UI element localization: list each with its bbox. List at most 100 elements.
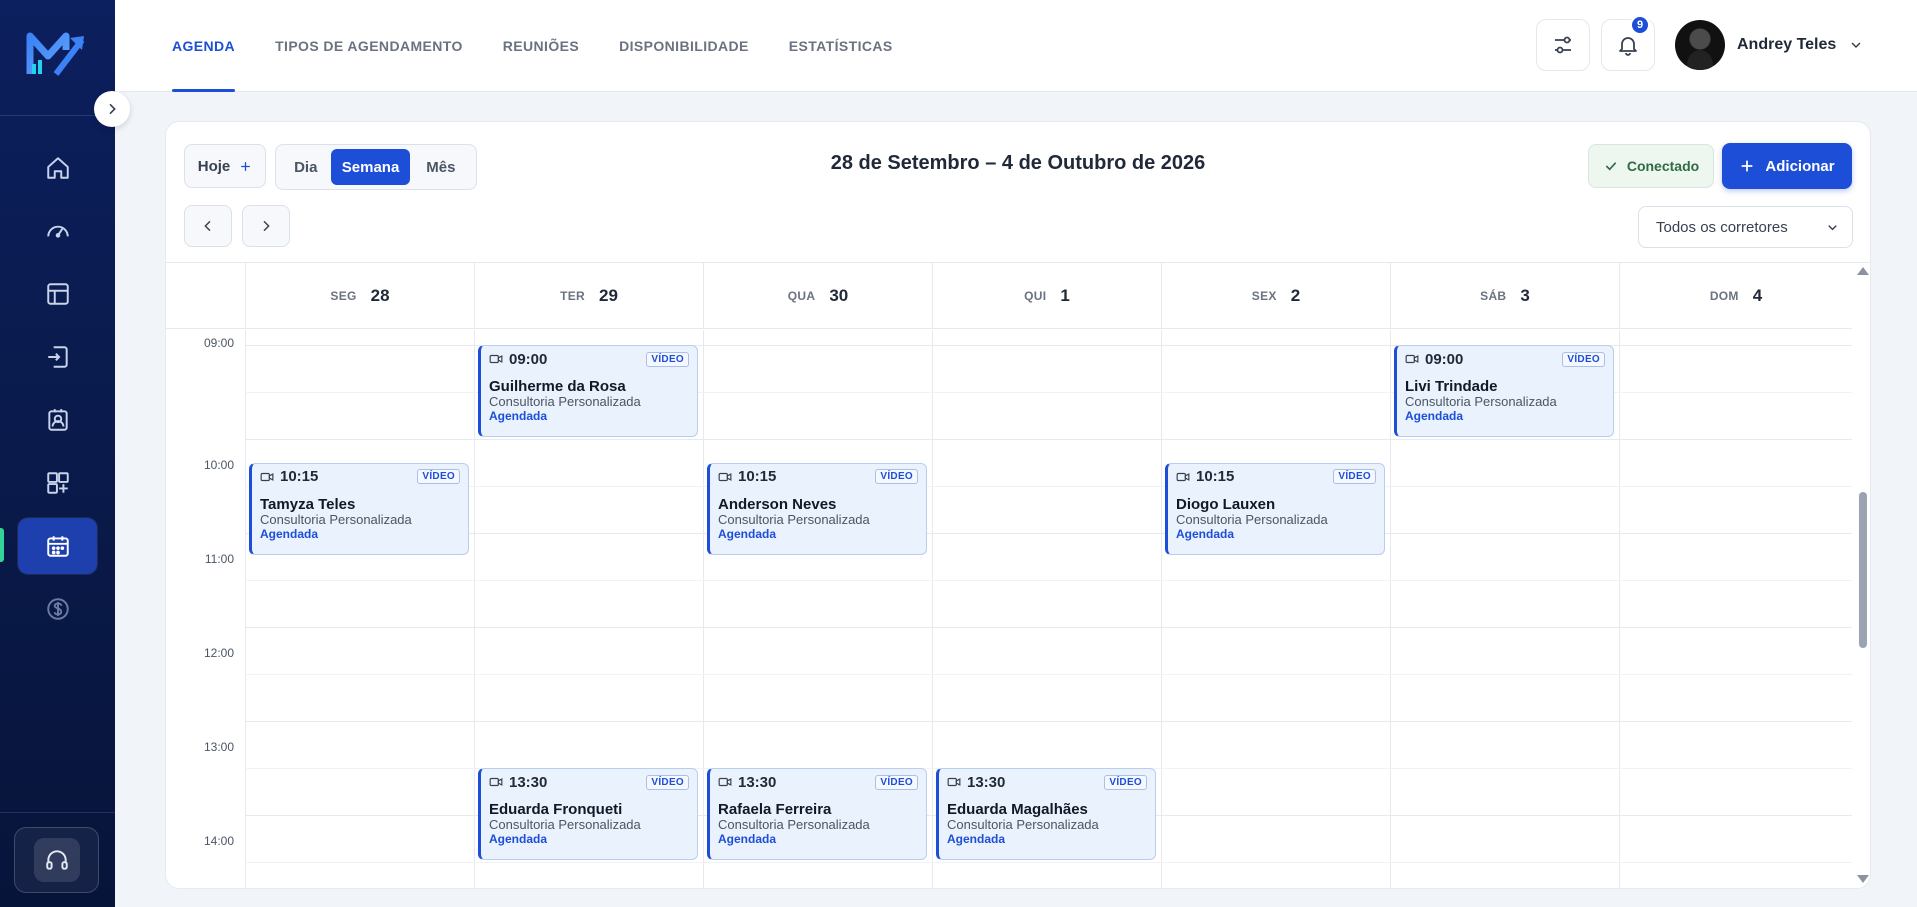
sidebar-item-contacts[interactable]	[18, 392, 97, 448]
broker-filter-value: Todos os corretores	[1656, 218, 1788, 236]
event-card[interactable]: 13:30 VÍDEO Eduarda Fronqueti Consultoria P…	[478, 768, 698, 860]
event-type-tag: VÍDEO	[1104, 774, 1147, 790]
hour-line	[245, 627, 1852, 628]
brand-logo	[26, 32, 85, 76]
half-hour-line	[245, 674, 1852, 675]
day-name: SEG	[330, 289, 357, 303]
sidebar-item-calendar[interactable]	[18, 518, 97, 574]
day-column-line	[474, 330, 475, 888]
day-header-row: SEG 28 TER 29 QUA 30 QUI 1 SEX 2 SÁB 3 DOM 4	[166, 263, 1852, 329]
sidebar-item-widgets[interactable]	[18, 455, 97, 511]
event-card[interactable]: 13:30 VÍDEO Eduarda Magalhães Consultoria P…	[936, 768, 1156, 860]
event-type-tag: VÍDEO	[875, 469, 918, 484]
sidebar-item-dashboard[interactable]	[18, 203, 97, 259]
sidebar-item-finance[interactable]	[18, 581, 97, 637]
gauge-icon	[46, 225, 69, 238]
video-camera-icon	[718, 472, 732, 481]
sidebar-bottom-divider	[0, 812, 115, 813]
today-button[interactable]: Hoje	[184, 144, 266, 188]
event-time: 10:15	[718, 468, 776, 485]
tab-tipos-de-agendamento[interactable]: TIPOS DE AGENDAMENTO	[275, 0, 463, 92]
day-name: SEX	[1251, 289, 1277, 303]
support-button-inner	[33, 838, 80, 882]
event-start: 13:30	[967, 773, 1006, 791]
view-month-button[interactable]: Mês	[410, 149, 472, 185]
event-card[interactable]: 10:15 VÍDEO Diogo Lauxen Consultoria Person…	[1165, 462, 1385, 555]
event-type-tag: VÍDEO	[646, 351, 689, 367]
scroll-down-arrow[interactable]	[1857, 875, 1869, 883]
scroll-thumb[interactable]	[1859, 492, 1867, 648]
hour-label: 11:00	[204, 552, 234, 566]
tab-reunioes[interactable]: REUNIÕES	[503, 0, 579, 92]
half-hour-line	[245, 486, 1852, 487]
event-card[interactable]: 10:15 VÍDEO Tamyza Teles Consultoria Person…	[249, 462, 469, 555]
video-camera-icon	[1176, 472, 1190, 481]
event-type-tag: VÍDEO	[1562, 351, 1605, 367]
prev-week-button[interactable]	[184, 205, 232, 247]
event-client-name: Anderson Neves	[718, 495, 837, 513]
day-header-seg: SEG 28	[245, 263, 474, 329]
add-button[interactable]: Adicionar	[1722, 143, 1852, 189]
day-column-line	[703, 330, 704, 888]
event-status: Agendada	[260, 526, 319, 541]
event-header: 09:00 VÍDEO	[1405, 350, 1605, 368]
day-date: 30	[829, 286, 849, 305]
event-type-tag: VÍDEO	[417, 469, 460, 484]
event-card[interactable]: 10:15 VÍDEO Anderson Neves Consultoria Pers…	[707, 462, 927, 555]
event-header: 13:30 VÍDEO	[947, 773, 1147, 791]
event-time: 10:15	[260, 468, 318, 485]
calendar-scrollbar[interactable]	[1852, 263, 1870, 888]
time-grid[interactable]: 10:00 11:00 12:00 13:00 14:00 09:00 09:0…	[166, 330, 1852, 888]
half-hour-line	[245, 862, 1852, 863]
day-column-line	[932, 330, 933, 888]
event-start: 10:15	[1196, 468, 1235, 485]
sidebar-item-home[interactable]	[18, 140, 97, 196]
event-header: 09:00 VÍDEO	[489, 350, 689, 368]
hour-label: 12:00	[203, 646, 234, 660]
view-day-button[interactable]: Dia	[280, 149, 331, 185]
user-menu[interactable]: Andrey Teles	[1675, 20, 1864, 70]
tab-disponibilidade[interactable]: DISPONIBILIDADE	[619, 0, 749, 92]
layout-icon	[46, 283, 69, 305]
event-status: Agendada	[718, 526, 777, 541]
filters-button[interactable]	[1536, 19, 1590, 71]
sidebar-item-layout[interactable]	[18, 266, 97, 322]
sidebar-toggle-button[interactable]	[94, 91, 130, 127]
event-header: 10:15 VÍDEO	[260, 468, 460, 486]
connected-label: Conectado	[1626, 158, 1700, 174]
day-column-line	[1619, 330, 1620, 888]
event-client-name: Guilherme da Rosa	[489, 378, 626, 395]
half-hour-line	[245, 580, 1852, 581]
chevron-down-icon	[1828, 224, 1837, 230]
notifications-button[interactable]: 9	[1601, 15, 1655, 71]
file-import-icon	[47, 346, 68, 368]
event-meeting-type: Consultoria Personalizada	[489, 817, 641, 832]
event-header: 10:15 VÍDEO	[1176, 468, 1376, 486]
tab-agenda[interactable]: AGENDA	[172, 0, 236, 92]
broker-filter-select[interactable]: Todos os corretores	[1638, 206, 1853, 248]
event-card[interactable]: 09:00 VÍDEO Guilherme da Rosa Consultoria P…	[478, 345, 698, 437]
event-start: 13:30	[738, 773, 777, 791]
event-type-tag: VÍDEO	[646, 774, 689, 790]
event-card[interactable]: 13:30 VÍDEO Rafaela Ferreira Consultoria Pe…	[707, 768, 927, 860]
view-week-button[interactable]: Semana	[331, 149, 410, 185]
main-tabs: AGENDA TIPOS DE AGENDAMENTO REUNIÕES DIS…	[172, 0, 933, 92]
tab-estatisticas[interactable]: ESTATÍSTICAS	[789, 0, 893, 92]
hour-label: 10:00	[203, 458, 234, 472]
event-meeting-type: Consultoria Personalizada	[947, 817, 1099, 832]
next-week-button[interactable]	[242, 205, 290, 247]
event-time: 13:30	[718, 774, 776, 791]
day-name: TER	[560, 289, 585, 303]
video-camera-icon	[489, 777, 503, 787]
event-meeting-type: Consultoria Personalizada	[260, 511, 412, 527]
event-card[interactable]: 09:00 VÍDEO Livi Trindade Consultoria Perso…	[1394, 345, 1614, 437]
event-header: 13:30 VÍDEO	[718, 773, 918, 791]
support-button[interactable]	[14, 827, 99, 893]
scroll-up-arrow[interactable]	[1857, 267, 1869, 275]
event-status: Agendada	[1176, 526, 1235, 541]
add-label: Adicionar	[1765, 157, 1835, 175]
day-name: QUI	[1024, 289, 1047, 303]
today-label: Hoje	[197, 157, 231, 175]
avatar	[1675, 20, 1725, 70]
sidebar-item-import[interactable]	[18, 329, 97, 385]
